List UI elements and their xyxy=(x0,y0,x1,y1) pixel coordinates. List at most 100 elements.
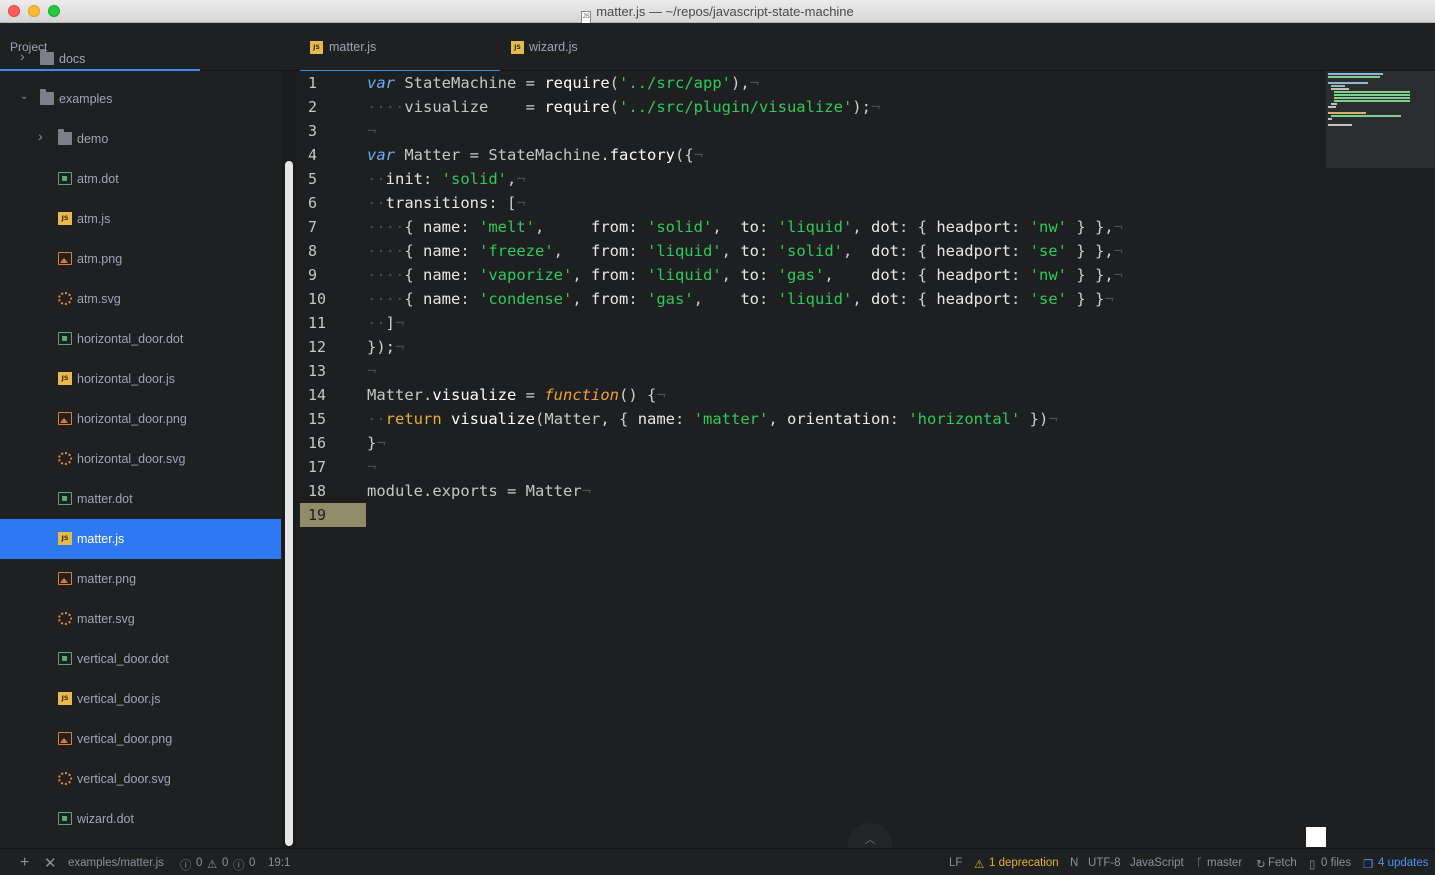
code-line[interactable]: ··return visualize(Matter, { name: 'matt… xyxy=(367,407,1058,431)
tree-item-atm-png[interactable]: atm.png xyxy=(0,239,281,279)
code-line[interactable]: ¬ xyxy=(367,119,376,143)
code-token: () { xyxy=(619,386,657,404)
svg-file-icon xyxy=(58,612,72,625)
code-token: : xyxy=(1010,242,1030,260)
code-token: 'solid' xyxy=(647,218,713,236)
chevron-down-icon[interactable]: ⌄ xyxy=(20,91,28,102)
code-line[interactable]: ··transitions: [¬ xyxy=(367,191,526,215)
tree-item-horizontal-door-dot[interactable]: horizontal_door.dot xyxy=(0,319,281,359)
status-files[interactable]: 0 files xyxy=(1321,857,1351,869)
line-number[interactable]: 13 xyxy=(300,359,366,383)
line-number[interactable]: 15 xyxy=(300,407,366,431)
tree-item-wizard-dot[interactable]: wizard.dot xyxy=(0,799,281,839)
tree-item-label: atm.dot xyxy=(77,172,119,186)
code-line[interactable]: ····visualize = require('../src/plugin/v… xyxy=(367,95,880,119)
status-updates[interactable]: 4 updates xyxy=(1378,857,1429,869)
status-deprecation[interactable]: 1 deprecation xyxy=(989,857,1059,869)
code-token: , xyxy=(572,290,591,308)
warning-icon[interactable]: ⚠ xyxy=(974,857,984,871)
tree-item-matter-js[interactable]: JS matter.js xyxy=(0,519,281,559)
error-icon[interactable]: ⓘ xyxy=(180,857,192,873)
status-error-count[interactable]: 0 xyxy=(196,857,202,869)
info-icon[interactable]: ⓘ xyxy=(233,857,245,873)
line-number[interactable]: 12 xyxy=(300,335,366,359)
code-line[interactable]: ····{ name: 'condense', from: 'gas', to:… xyxy=(367,287,1114,311)
svg-file-icon xyxy=(58,772,72,785)
status-fetch[interactable]: Fetch xyxy=(1268,857,1297,869)
tree-item-label: horizontal_door.dot xyxy=(77,332,184,346)
line-number[interactable]: 18 xyxy=(300,479,366,503)
tree-item-label: matter.dot xyxy=(77,492,133,506)
minimap[interactable] xyxy=(1326,71,1435,168)
code-line[interactable]: ¬ xyxy=(367,455,376,479)
line-number[interactable]: 14 xyxy=(300,383,366,407)
tree-item-matter-png[interactable]: matter.png xyxy=(0,559,281,599)
code-line[interactable]: ····{ name: 'vaporize', from: 'liquid', … xyxy=(367,263,1123,287)
code-line[interactable]: }¬ xyxy=(367,431,386,455)
plus-icon[interactable]: + xyxy=(20,854,29,872)
tree-item-horizontal-door-svg[interactable]: horizontal_door.svg xyxy=(0,439,281,479)
line-number[interactable]: 6 xyxy=(300,191,366,215)
tab-bar: JS matter.js JS wizard.js xyxy=(296,23,1435,72)
line-number[interactable]: 8 xyxy=(300,239,366,263)
sidebar-scrollbar-thumb[interactable] xyxy=(285,161,293,846)
line-number[interactable]: 9 xyxy=(300,263,366,287)
code-line[interactable]: ··init: 'solid',¬ xyxy=(367,167,526,191)
code-line[interactable]: ····{ name: 'freeze', from: 'liquid', to… xyxy=(367,239,1123,263)
code-line[interactable]: });¬ xyxy=(367,335,404,359)
status-warning-count[interactable]: 0 xyxy=(222,857,228,869)
code-line[interactable]: ··]¬ xyxy=(367,311,404,335)
tree-item-horizontal-door-js[interactable]: JS horizontal_door.js xyxy=(0,359,281,399)
tree-item-docs[interactable]: › docs xyxy=(0,39,281,79)
line-number[interactable]: 16 xyxy=(300,431,366,455)
status-n-label[interactable]: N xyxy=(1070,857,1078,869)
code-line[interactable]: module.exports = Matter¬ xyxy=(367,479,591,503)
tree-item-demo[interactable]: › demo xyxy=(0,119,281,159)
status-line-ending[interactable]: LF xyxy=(949,857,962,869)
chevron-right-icon[interactable]: › xyxy=(38,128,43,144)
sidebar-scrollbar[interactable] xyxy=(282,71,296,848)
line-number[interactable]: 4 xyxy=(300,143,366,167)
code-token: factory xyxy=(609,146,675,164)
code-line[interactable]: ¬ xyxy=(367,359,376,383)
line-number[interactable]: 7 xyxy=(300,215,366,239)
code-line[interactable]: var Matter = StateMachine.factory({¬ xyxy=(367,143,703,167)
tree-item-vertical-door-png[interactable]: vertical_door.png xyxy=(0,719,281,759)
line-number[interactable]: 17 xyxy=(300,455,366,479)
tree-item-atm-svg[interactable]: atm.svg xyxy=(0,279,281,319)
code-line[interactable]: Matter.visualize = function() {¬ xyxy=(367,383,666,407)
line-number[interactable]: 3 xyxy=(300,119,366,143)
tree-item-vertical-door-dot[interactable]: vertical_door.dot xyxy=(0,639,281,679)
code-line[interactable]: var StateMachine = require('../src/app')… xyxy=(367,71,759,95)
tree-item-atm-dot[interactable]: atm.dot xyxy=(0,159,281,199)
tree-item-horizontal-door-png[interactable]: horizontal_door.png xyxy=(0,399,281,439)
status-info-count[interactable]: 0 xyxy=(249,857,255,869)
tree-item-vertical-door-svg[interactable]: vertical_door.svg xyxy=(0,759,281,799)
line-number[interactable]: 2 xyxy=(300,95,366,119)
status-cursor-position[interactable]: 19:1 xyxy=(268,857,290,869)
tab-matter-js[interactable]: JS matter.js xyxy=(300,23,504,72)
line-number-gutter[interactable]: 1 2 3 4 5 6 7 8 9 10 11 12 13 14 15 16 17 18 19 xyxy=(300,71,366,848)
tab-wizard-js[interactable]: JS wizard.js xyxy=(506,23,710,71)
overlay-handle[interactable] xyxy=(1306,827,1326,847)
line-number[interactable]: 1 xyxy=(300,71,366,95)
tree-item-vertical-door-js[interactable]: JS vertical_door.js xyxy=(0,679,281,719)
status-encoding[interactable]: UTF-8 xyxy=(1088,857,1121,869)
status-grammar[interactable]: JavaScript xyxy=(1130,857,1184,869)
chevron-up-icon[interactable]: ︿ xyxy=(848,823,892,848)
code-line[interactable]: ····{ name: 'melt', from: 'solid', to: '… xyxy=(367,215,1123,239)
warning-icon[interactable]: ⚠ xyxy=(207,857,217,871)
line-number[interactable]: 5 xyxy=(300,167,366,191)
line-number[interactable]: 19 xyxy=(300,503,366,527)
tree-item-matter-svg[interactable]: matter.svg xyxy=(0,599,281,639)
tree-item-matter-dot[interactable]: matter.dot xyxy=(0,479,281,519)
code-editor[interactable]: 1 2 3 4 5 6 7 8 9 10 11 12 13 14 15 16 17 18 19 var StateM… xyxy=(296,71,1435,848)
chevron-right-icon[interactable]: › xyxy=(20,48,25,64)
tree-item-atm-js[interactable]: JS atm.js xyxy=(0,199,281,239)
status-file-path[interactable]: examples/matter.js xyxy=(68,857,164,869)
line-number[interactable]: 10 xyxy=(300,287,366,311)
status-branch[interactable]: master xyxy=(1207,857,1242,869)
line-number[interactable]: 11 xyxy=(300,311,366,335)
tree-item-examples[interactable]: ⌄ examples xyxy=(0,79,281,119)
close-icon[interactable]: ✕ xyxy=(44,854,57,872)
